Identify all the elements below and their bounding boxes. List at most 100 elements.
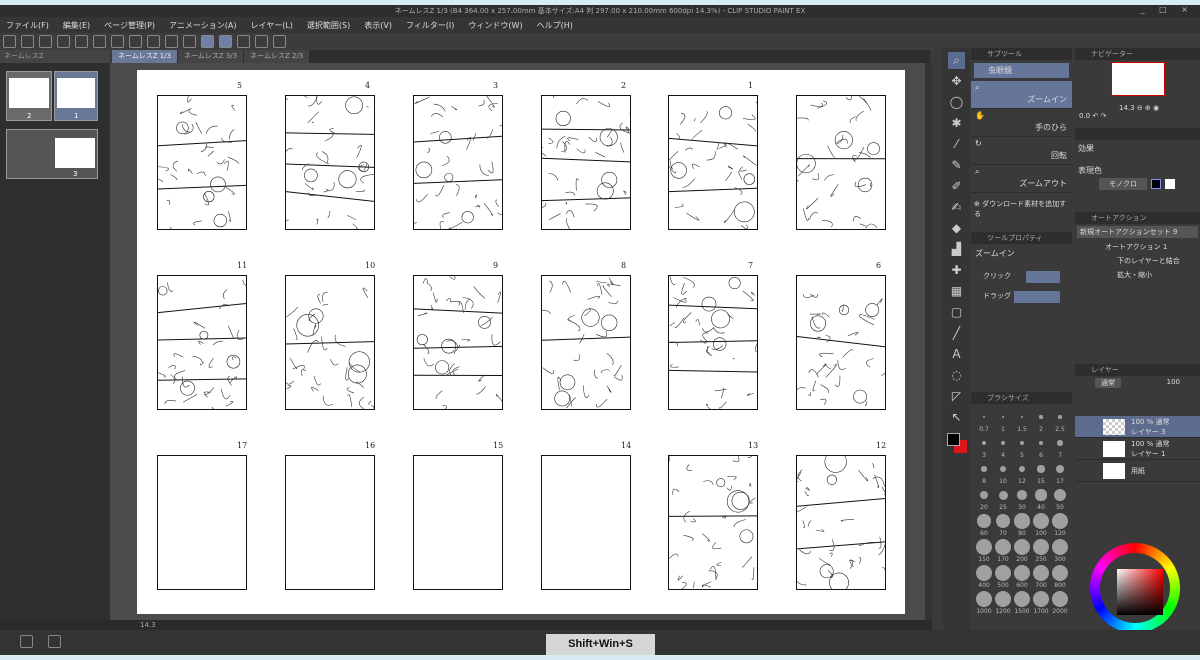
subtool-hand[interactable]: ✋ 手のひら bbox=[971, 109, 1072, 137]
brush-size-preset[interactable]: 25 bbox=[994, 486, 1012, 511]
manga-page[interactable] bbox=[281, 93, 376, 240]
brush-size-preset[interactable]: 17 bbox=[1051, 460, 1069, 485]
brush-size-preset[interactable]: 8 bbox=[975, 460, 993, 485]
navigator-tab[interactable]: ナビゲーター bbox=[1075, 48, 1200, 60]
brush-size-preset[interactable]: 30 bbox=[1013, 486, 1031, 511]
manga-page[interactable] bbox=[795, 450, 888, 593]
brush-size-preset[interactable]: 3 bbox=[975, 434, 993, 459]
clear-icon[interactable] bbox=[165, 35, 178, 48]
brush-size-preset[interactable]: 70 bbox=[994, 512, 1012, 537]
brush-size-preset[interactable]: 500 bbox=[994, 564, 1012, 589]
manga-page[interactable] bbox=[413, 455, 503, 590]
main-color[interactable] bbox=[947, 433, 960, 446]
menu-layer[interactable]: レイヤー(L) bbox=[250, 20, 292, 31]
brush-icon[interactable]: ✍ bbox=[948, 199, 965, 216]
zoom-tool-icon[interactable]: ⌕ bbox=[948, 52, 965, 69]
brush-size-preset[interactable]: 1200 bbox=[994, 590, 1012, 615]
color-mode-select[interactable]: モノクロ bbox=[1099, 178, 1147, 190]
blend-icon[interactable]: ✚ bbox=[948, 262, 965, 279]
brush-size-preset[interactable]: 1500 bbox=[1013, 590, 1031, 615]
brush-size-preset[interactable]: 2 bbox=[1032, 408, 1050, 433]
lasso-tool-icon[interactable]: ◯ bbox=[948, 94, 965, 111]
magic-wand-icon[interactable]: ✱ bbox=[948, 115, 965, 132]
spread-view-icon[interactable] bbox=[48, 635, 61, 648]
manga-page[interactable] bbox=[538, 92, 635, 230]
new-icon[interactable] bbox=[21, 35, 34, 48]
brush-size-preset[interactable]: 5 bbox=[1013, 434, 1031, 459]
fill-tool-icon[interactable]: ▟ bbox=[948, 241, 965, 258]
spread-paper[interactable]: 5 4 3 2 1 11 10 9 8 7 6 17 16 15 14 13 12 bbox=[137, 70, 905, 614]
redo-icon[interactable] bbox=[93, 35, 106, 48]
auto-action-item[interactable]: 拡大・縮小 bbox=[1075, 268, 1200, 282]
brush-size-tab[interactable]: ブラシサイズ bbox=[971, 392, 1072, 404]
balloon-icon[interactable]: ◌ bbox=[948, 367, 965, 384]
brush-size-preset[interactable]: 120 bbox=[1051, 512, 1069, 537]
auto-action-item[interactable]: 下のレイヤーと結合 bbox=[1075, 254, 1200, 268]
menu-filter[interactable]: フィルター(I) bbox=[406, 20, 454, 31]
brush-size-preset[interactable]: 2.5 bbox=[1051, 408, 1069, 433]
page-thumb[interactable]: 2 bbox=[6, 71, 52, 121]
manga-page[interactable] bbox=[282, 275, 375, 414]
brush-size-preset[interactable]: 170 bbox=[994, 538, 1012, 563]
subtool-tab[interactable]: サブツール bbox=[971, 48, 1072, 60]
ruler-icon[interactable]: ╱ bbox=[948, 325, 965, 342]
auto-action-item[interactable]: オートアクション 1 bbox=[1075, 240, 1200, 254]
brush-size-preset[interactable]: 400 bbox=[975, 564, 993, 589]
manga-page[interactable] bbox=[412, 95, 510, 231]
color-swatch[interactable] bbox=[946, 432, 967, 454]
brush-size-preset[interactable]: 6 bbox=[1032, 434, 1050, 459]
brush-size-preset[interactable]: 80 bbox=[1013, 512, 1031, 537]
frame-icon[interactable]: ▢ bbox=[948, 304, 965, 321]
line-icon[interactable]: ◸ bbox=[948, 388, 965, 405]
auto-action-tab[interactable]: オートアクション bbox=[1075, 212, 1200, 224]
subtool-rotate[interactable]: ↻ 回転 bbox=[971, 137, 1072, 165]
eyedropper-icon[interactable]: ⁄ bbox=[948, 136, 965, 153]
brush-size-preset[interactable]: 10 bbox=[994, 460, 1012, 485]
transform-icon[interactable] bbox=[147, 35, 160, 48]
brush-size-preset[interactable]: 700 bbox=[1032, 564, 1050, 589]
layer-property-tab[interactable] bbox=[1075, 128, 1200, 140]
brush-size-preset[interactable]: 7 bbox=[1051, 434, 1069, 459]
pencil-icon[interactable]: ✐ bbox=[948, 178, 965, 195]
open-icon[interactable] bbox=[39, 35, 52, 48]
brush-size-preset[interactable]: 15 bbox=[1032, 460, 1050, 485]
page-icon[interactable] bbox=[255, 35, 268, 48]
clip-studio-icon[interactable] bbox=[3, 35, 16, 48]
pen-icon[interactable]: ✎ bbox=[948, 157, 965, 174]
drag-mode-select[interactable] bbox=[1014, 291, 1060, 303]
manga-page[interactable] bbox=[285, 455, 375, 590]
white-swatch[interactable] bbox=[1165, 179, 1175, 189]
settings-icon[interactable] bbox=[111, 35, 124, 48]
layer-row[interactable]: 100 % 通常 レイヤー 3 bbox=[1075, 416, 1200, 438]
manga-page[interactable] bbox=[157, 89, 247, 238]
menu-help[interactable]: ヘルプ(H) bbox=[537, 20, 573, 31]
manga-page[interactable] bbox=[666, 272, 760, 415]
subtool-zoom-in[interactable]: ⌕ ズームイン bbox=[971, 81, 1072, 109]
vertical-scrollbar[interactable] bbox=[925, 63, 932, 620]
eraser-icon[interactable]: ◆ bbox=[948, 220, 965, 237]
fill-icon[interactable] bbox=[129, 35, 142, 48]
brush-size-preset[interactable]: 200 bbox=[1013, 538, 1031, 563]
undo-icon[interactable] bbox=[75, 35, 88, 48]
snap-ruler-icon[interactable] bbox=[201, 35, 214, 48]
add-download-material[interactable]: ⊕ ダウンロード素材を追加する bbox=[971, 193, 1072, 225]
gradient-icon[interactable]: ▦ bbox=[948, 283, 965, 300]
menu-window[interactable]: ウィンドウ(W) bbox=[468, 20, 522, 31]
navigator-preview[interactable] bbox=[1075, 60, 1200, 100]
blend-mode-select[interactable]: 通常 bbox=[1095, 378, 1121, 388]
click-mode-select[interactable] bbox=[1026, 271, 1060, 283]
menu-selection[interactable]: 選択範囲(S) bbox=[307, 20, 350, 31]
brush-size-preset[interactable]: 2000 bbox=[1051, 590, 1069, 615]
document-tab[interactable]: ネームレスZ 3/3 bbox=[178, 50, 244, 63]
brush-size-preset[interactable]: 1 bbox=[994, 408, 1012, 433]
window-controls[interactable]: _ □ × bbox=[1141, 5, 1194, 14]
black-swatch[interactable] bbox=[1151, 179, 1161, 189]
correct-line-icon[interactable]: ↖ bbox=[948, 409, 965, 426]
tool-property-tab[interactable]: ツールプロパティ bbox=[971, 232, 1072, 244]
page-manager-tab[interactable]: ネームレスZ bbox=[0, 50, 110, 63]
manga-page[interactable] bbox=[658, 449, 758, 591]
snap-special-ruler-icon[interactable] bbox=[219, 35, 232, 48]
layer-tab[interactable]: レイヤー bbox=[1075, 364, 1200, 376]
document-tab[interactable]: ネームレスZ 1/3 bbox=[112, 50, 178, 63]
brush-size-preset[interactable]: 1700 bbox=[1032, 590, 1050, 615]
